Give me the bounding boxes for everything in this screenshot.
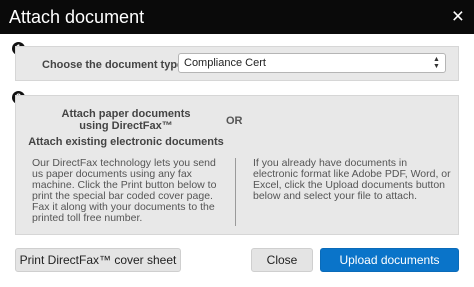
document-type-label: Choose the document type xyxy=(42,59,184,71)
column-divider xyxy=(235,158,236,226)
dialog-title: Attach document xyxy=(9,7,145,27)
directfax-description: Our DirectFax technology lets you send u… xyxy=(32,158,232,224)
attach-document-dialog: Attach document × 1 Choose the document … xyxy=(0,0,474,287)
step-2-panel: Attach paper documents using DirectFax™ … xyxy=(15,95,459,235)
or-separator: OR xyxy=(226,115,243,127)
electronic-heading: Attach existing electronic documents xyxy=(28,136,224,148)
select-arrows-icon: ▲ ▼ xyxy=(433,56,440,70)
step-1-panel: Choose the document type Compliance Cert… xyxy=(15,46,459,81)
upload-documents-button[interactable]: Upload documents xyxy=(320,248,459,272)
paper-heading-line2: using DirectFax™ xyxy=(79,120,173,132)
document-type-selected-value: Compliance Cert xyxy=(184,57,266,69)
dialog-titlebar: Attach document × xyxy=(0,0,474,34)
close-icon[interactable]: × xyxy=(452,0,464,34)
upload-description: If you already have documents in electro… xyxy=(253,158,458,202)
paper-heading-line1: Attach paper documents xyxy=(61,108,191,120)
document-type-select[interactable]: Compliance Cert ▲ ▼ xyxy=(178,53,446,73)
upload-description-line: below and select your file to attach. xyxy=(253,190,418,202)
print-cover-sheet-button[interactable]: Print DirectFax™ cover sheet xyxy=(15,248,181,272)
close-button[interactable]: Close xyxy=(251,248,313,272)
directfax-description-line: printed toll free number. xyxy=(32,212,143,224)
